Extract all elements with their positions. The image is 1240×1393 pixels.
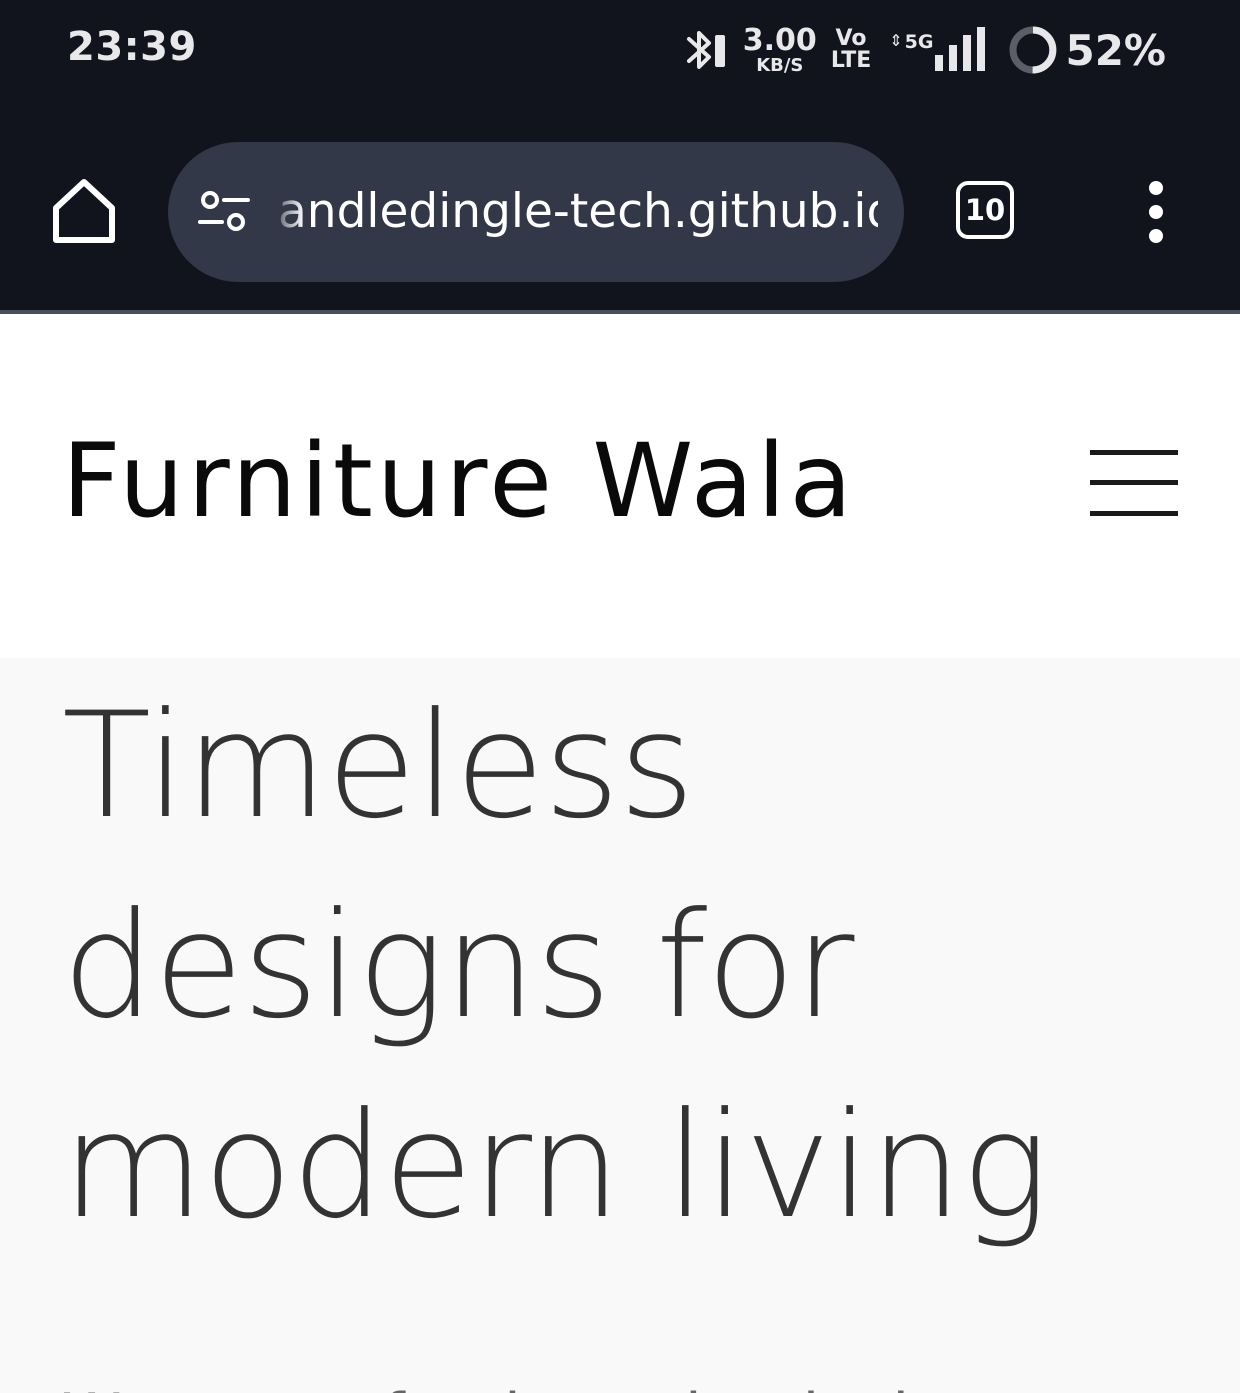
network-type-label: 5G (904, 31, 934, 53)
hamburger-icon[interactable] (1090, 450, 1178, 516)
signal-icon (935, 27, 986, 71)
network-type: ⇕ 5G (889, 25, 989, 75)
tab-switcher-button[interactable]: 10 (956, 181, 1014, 239)
site-title[interactable]: Furniture Wala (62, 420, 856, 544)
hero-subtitle: We create furniture that looks (62, 1376, 1182, 1393)
battery-icon (1009, 26, 1057, 74)
network-speed-value: 3.00 (742, 22, 817, 58)
network-speed: 3.00 KB/S (742, 22, 817, 76)
address-bar[interactable]: andledingle-tech.github.io (168, 142, 904, 282)
url-text[interactable]: andledingle-tech.github.io (278, 180, 878, 244)
bluetooth-icon (686, 31, 725, 69)
volte-top: Vo (835, 26, 867, 51)
status-icons: 3.00 KB/S Vo LTE ⇕ 5G 52% (685, 18, 1166, 82)
more-vert-icon[interactable] (1136, 180, 1176, 244)
status-bar: 23:39 3.00 KB/S Vo LTE ⇕ 5G 52% (0, 0, 1240, 100)
volte-bottom: LTE (830, 48, 872, 73)
tune-icon[interactable] (196, 188, 252, 236)
status-time: 23:39 (67, 24, 197, 70)
home-icon[interactable] (46, 172, 122, 252)
data-arrows-icon: ⇕ (889, 31, 903, 50)
volte-indicator: Vo LTE (831, 28, 871, 72)
network-speed-unit: KB/S (756, 54, 804, 76)
battery-percent: 52% (1065, 25, 1166, 75)
hero-section: Timeless designs for modern living We cr… (0, 658, 1240, 1393)
hero-title: Timeless designs for modern living (62, 681, 1049, 1251)
